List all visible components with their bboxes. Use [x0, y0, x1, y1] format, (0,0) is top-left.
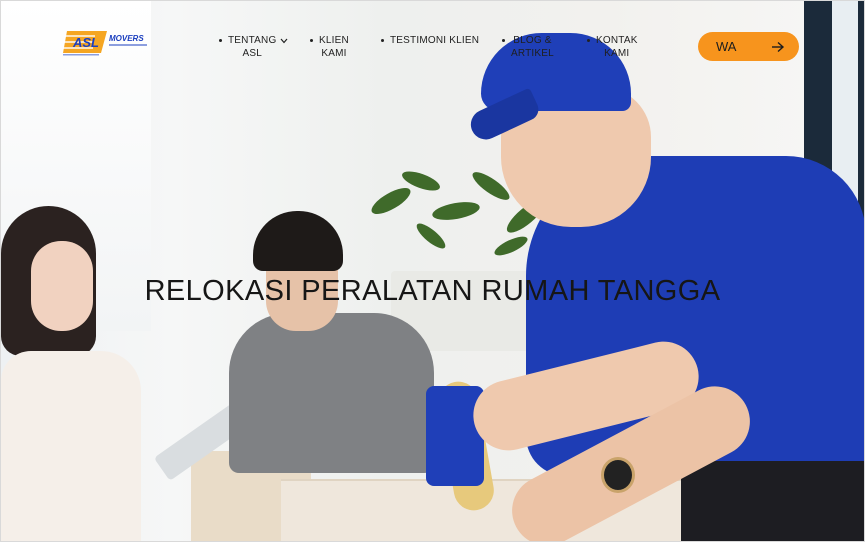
person-man-hair: [253, 211, 343, 271]
nav-label: KLIEN KAMI: [319, 35, 349, 59]
bullet-icon: [502, 39, 505, 42]
arrow-right-icon: [772, 41, 785, 52]
nav-item-kontak-kami[interactable]: KONTAK KAMI: [587, 34, 638, 60]
nav-label: KONTAK KAMI: [596, 35, 638, 59]
bullet-icon: [219, 39, 222, 42]
chevron-down-icon: [280, 38, 288, 44]
page-frame: ASL MOVERS TENTANG ASL KLIEN KAMI TESTIM…: [0, 0, 865, 542]
bullet-icon: [310, 39, 313, 42]
bullet-icon: [587, 39, 590, 42]
asl-logo-icon: ASL MOVERS: [63, 31, 147, 56]
hero-title: RELOKASI PERALATAN RUMAH TANGGA: [144, 275, 721, 307]
bullet-icon: [381, 39, 384, 42]
person-man-gray-shirt: [229, 313, 434, 473]
nav-label: BLOG & ARTIKEL: [511, 35, 554, 59]
nav-label: TESTIMONI KLIEN: [390, 35, 480, 46]
nav-label: TENTANG ASL: [228, 35, 277, 59]
nav-item-testimoni-klien[interactable]: TESTIMONI KLIEN: [381, 34, 479, 47]
whatsapp-button-label: WA: [716, 39, 737, 54]
logo-text: ASL: [72, 35, 99, 50]
site-logo[interactable]: ASL MOVERS: [63, 27, 151, 57]
nav-item-tentang-asl[interactable]: TENTANG ASL: [219, 34, 289, 60]
whatsapp-button[interactable]: WA: [698, 32, 799, 61]
nav-item-klien-kami[interactable]: KLIEN KAMI: [310, 34, 349, 60]
wrist-watch: [601, 457, 635, 493]
logo-tagline: MOVERS: [109, 34, 144, 43]
nav-item-blog-artikel[interactable]: BLOG & ARTIKEL: [502, 34, 554, 60]
person-woman-body: [1, 351, 141, 541]
